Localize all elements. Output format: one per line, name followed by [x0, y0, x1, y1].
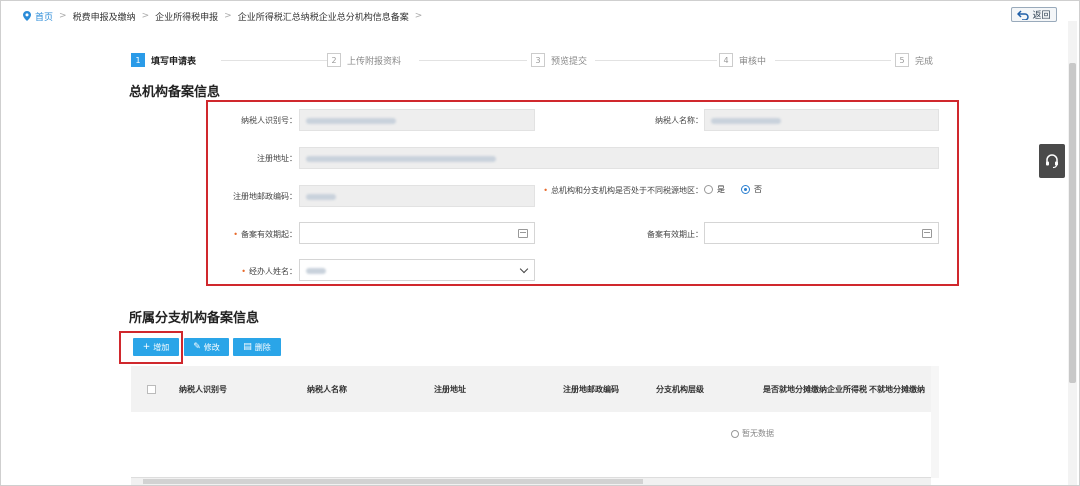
required-mark: •	[233, 230, 238, 239]
back-button-label: 返回	[1032, 11, 1051, 21]
section-title-branches: 所属分支机构备案信息	[129, 311, 260, 326]
step-fill-form: 1 填写申请表	[131, 53, 196, 67]
chevron-down-icon	[519, 264, 529, 274]
breadcrumb-separator: >	[59, 11, 67, 21]
label-postcode: 注册地邮政编码：	[233, 192, 297, 201]
breadcrumb: 首页 > 税费申报及缴纳 > 企业所得税申报 > 企业所得税汇总纳税企业总分机构…	[23, 9, 428, 23]
step-preview: 3 预览提交	[531, 53, 587, 67]
step-label: 上传附报资料	[347, 56, 402, 67]
radio-no[interactable]	[741, 185, 750, 194]
page-vertical-scrollbar[interactable]	[1068, 21, 1077, 485]
taxpayer-id-field	[299, 109, 535, 131]
add-button-label: 增加	[153, 342, 170, 352]
breadcrumb-separator: >	[224, 11, 232, 21]
taxpayer-name-field	[704, 109, 939, 131]
headset-icon	[1046, 154, 1058, 169]
empty-info-icon	[731, 429, 739, 438]
add-button[interactable]: + 增加	[133, 338, 179, 356]
pencil-icon: ✎	[193, 342, 201, 352]
empty-state-text: 暂无数据	[742, 429, 774, 438]
step-number: 5	[895, 53, 909, 67]
calendar-icon[interactable]	[518, 229, 528, 238]
return-arrow-icon	[1017, 9, 1030, 20]
location-pin-icon	[23, 11, 31, 21]
column-header: 分支机构层级	[656, 384, 704, 394]
delete-button[interactable]: ▤ 删除	[233, 338, 281, 356]
breadcrumb-current: 企业所得税汇总纳税企业总分机构信息备案	[237, 12, 409, 23]
empty-state: 暂无数据	[731, 428, 774, 439]
column-header: 不就地分摊缴纳	[869, 384, 925, 394]
label-taxpayer-name: 纳税人名称：	[655, 116, 703, 125]
column-header: 注册地址	[434, 384, 466, 394]
step-indicator: 1 填写申请表 2 上传附报资料 3 预览提交 4 审核中 5 完成	[131, 53, 937, 67]
breadcrumb-separator: >	[414, 11, 423, 21]
select-all-checkbox[interactable]	[147, 384, 156, 394]
breadcrumb-home[interactable]: 首页	[35, 10, 53, 23]
label-agent-text: 经办人姓名：	[249, 267, 297, 276]
section-title-head-office: 总机构备案信息	[129, 85, 221, 100]
step-connector	[595, 60, 717, 61]
step-label: 填写申请表	[151, 56, 197, 67]
table-horizontal-scrollbar[interactable]	[131, 477, 931, 485]
step-label: 完成	[915, 56, 934, 67]
label-agent: • 经办人姓名：	[207, 266, 297, 277]
scroll-thumb[interactable]	[143, 479, 643, 484]
page-frame: 首页 > 税费申报及缴纳 > 企业所得税申报 > 企业所得税汇总纳税企业总分机构…	[0, 0, 1080, 486]
table-header: 纳税人识别号 纳税人名称 注册地址 注册地邮政编码 分支机构层级 是否就地分摊缴…	[131, 366, 931, 412]
step-review: 4 审核中	[719, 53, 766, 67]
step-label: 预览提交	[551, 56, 588, 67]
calendar-icon[interactable]	[922, 229, 932, 238]
label-valid-from-text: 备案有效期起：	[241, 230, 297, 239]
valid-to-date-input[interactable]	[704, 222, 939, 244]
column-header: 是否就地分摊缴纳企业所得税	[763, 384, 867, 394]
step-connector	[419, 60, 527, 61]
table-vertical-scrollbar[interactable]	[931, 366, 939, 478]
radio-yes-label: 是	[717, 185, 725, 194]
label-diff-region-text: 总机构和分支机构是否处于不同税源地区：	[551, 186, 703, 195]
required-mark: •	[241, 267, 246, 276]
label-address: 注册地址：	[257, 154, 297, 163]
column-header: 注册地邮政编码	[563, 384, 619, 394]
diff-region-radio-group: 是 否	[704, 184, 762, 195]
breadcrumb-item[interactable]: 企业所得税申报	[155, 10, 218, 23]
step-number: 1	[131, 53, 145, 67]
delete-button-label: 删除	[254, 342, 271, 352]
breadcrumb-separator: >	[141, 11, 150, 21]
radio-yes[interactable]	[704, 185, 713, 194]
select-all-checkbox-cell	[147, 366, 156, 412]
agent-name-select[interactable]	[299, 259, 535, 281]
back-button[interactable]: 返回	[1011, 7, 1057, 22]
support-button[interactable]	[1039, 144, 1065, 178]
scroll-thumb[interactable]	[1069, 63, 1076, 383]
step-label: 审核中	[739, 56, 767, 67]
edit-button[interactable]: ✎ 修改	[184, 338, 229, 356]
label-valid-to: 备案有效期止：	[647, 230, 703, 239]
step-connector	[775, 60, 891, 61]
branch-table: 纳税人识别号 纳税人名称 注册地址 注册地邮政编码 分支机构层级 是否就地分摊缴…	[131, 366, 931, 478]
label-valid-from: • 备案有效期起：	[207, 229, 297, 240]
radio-no-label: 否	[754, 185, 762, 194]
step-connector	[221, 60, 331, 61]
column-header: 纳税人名称	[307, 384, 347, 394]
plus-icon: +	[142, 342, 151, 352]
edit-button-label: 修改	[203, 342, 220, 352]
column-header: 纳税人识别号	[179, 384, 227, 394]
step-number: 4	[719, 53, 733, 67]
address-field	[299, 147, 939, 169]
step-number: 3	[531, 53, 545, 67]
valid-from-date-input[interactable]	[299, 222, 535, 244]
postcode-field	[299, 185, 535, 207]
trash-icon: ▤	[243, 342, 252, 352]
breadcrumb-item[interactable]: 税费申报及缴纳	[73, 10, 136, 23]
label-taxpayer-id: 纳税人识别号：	[241, 116, 297, 125]
step-complete: 5 完成	[895, 53, 933, 67]
required-mark: •	[543, 186, 548, 195]
step-number: 2	[327, 53, 341, 67]
step-upload: 2 上传附报资料	[327, 53, 401, 67]
label-diff-region: • 总机构和分支机构是否处于不同税源地区：	[531, 185, 703, 196]
